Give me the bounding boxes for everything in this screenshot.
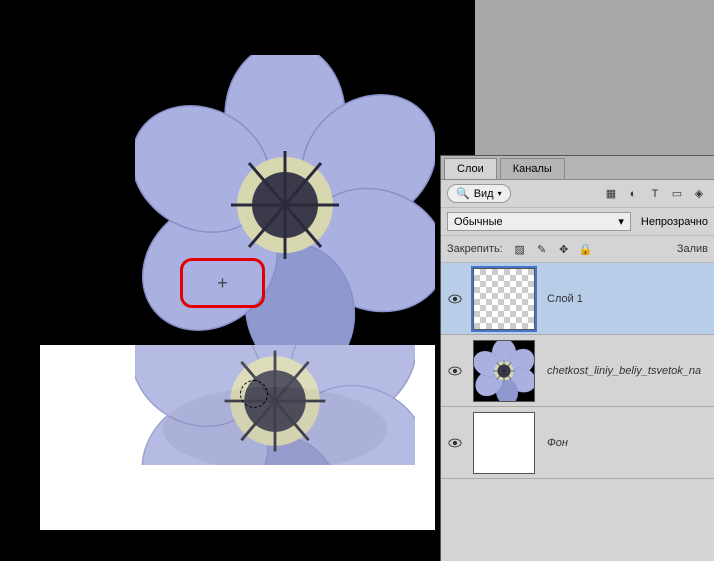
layer-row[interactable]: Фон: [441, 407, 714, 479]
lock-label: Закрепить:: [447, 243, 503, 255]
eye-icon[interactable]: [448, 292, 462, 306]
brush-cursor: [240, 380, 268, 408]
lock-icons: ▨ ✎ ✥ 🔒: [511, 240, 595, 258]
filter-adjust-icon[interactable]: ◐: [624, 185, 642, 203]
lock-pixels-icon[interactable]: ✎: [533, 240, 551, 258]
eye-icon[interactable]: [448, 436, 462, 450]
layer-name[interactable]: Слой 1: [539, 293, 583, 305]
filter-shape-icon[interactable]: ▭: [668, 185, 686, 203]
tab-layers[interactable]: Слои: [444, 158, 497, 179]
canvas-flower-light[interactable]: [40, 345, 435, 530]
layer-thumbnail[interactable]: [473, 340, 535, 402]
panel-tabs: Слои Каналы: [441, 156, 714, 180]
layer-row[interactable]: chetkost_liniy_beliy_tsvetok_na: [441, 335, 714, 407]
filter-row: 🔍 Вид ▾ ▦ ◐ T ▭ ◈: [441, 180, 714, 208]
layer-thumbnail[interactable]: [473, 412, 535, 474]
layers-list: Слой 1 chetkost_liniy_beliy_tsvetok_na Ф…: [441, 263, 714, 479]
fill-label: Залив: [677, 243, 708, 255]
layer-name[interactable]: Фон: [539, 437, 568, 449]
chevron-down-icon: ▾: [618, 215, 624, 228]
blend-mode-select[interactable]: Обычные ▾: [447, 212, 631, 231]
blend-mode-value: Обычные: [454, 216, 503, 228]
layer-name[interactable]: chetkost_liniy_beliy_tsvetok_na: [539, 365, 701, 377]
lock-row: Закрепить: ▨ ✎ ✥ 🔒 Залив: [441, 236, 714, 263]
search-icon: 🔍: [456, 187, 470, 200]
crosshair-cursor: +: [217, 274, 228, 292]
chevron-down-icon: ▾: [498, 189, 502, 198]
flower-image: [135, 55, 435, 355]
lock-position-icon[interactable]: ✥: [555, 240, 573, 258]
layer-filter-select[interactable]: 🔍 Вид ▾: [447, 184, 511, 203]
eye-icon[interactable]: [448, 364, 462, 378]
layer-row[interactable]: Слой 1: [441, 263, 714, 335]
layers-panel: Слои Каналы 🔍 Вид ▾ ▦ ◐ T ▭ ◈ Обычные ▾ …: [440, 155, 714, 561]
crosshair-highlight: +: [180, 258, 265, 308]
lock-transparency-icon[interactable]: ▨: [511, 240, 529, 258]
workspace-background: [475, 0, 714, 155]
tab-channels[interactable]: Каналы: [500, 158, 565, 179]
filter-pixel-icon[interactable]: ▦: [602, 185, 620, 203]
opacity-label: Непрозрачно: [641, 216, 708, 228]
filter-type-icon[interactable]: T: [646, 185, 664, 203]
filter-smart-icon[interactable]: ◈: [690, 185, 708, 203]
filter-label: Вид: [474, 188, 494, 200]
flower-crop-image: [135, 345, 415, 465]
blend-row: Обычные ▾ Непрозрачно: [441, 208, 714, 236]
layer-thumbnail[interactable]: [473, 268, 535, 330]
lock-all-icon[interactable]: 🔒: [577, 240, 595, 258]
